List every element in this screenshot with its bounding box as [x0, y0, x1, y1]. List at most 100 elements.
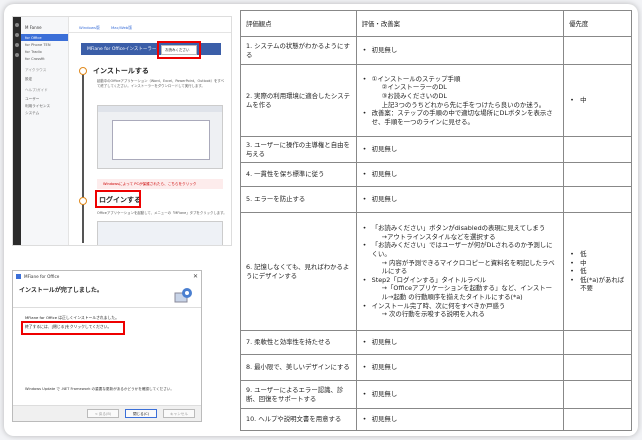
- evaluation-item: 上記3つのうちどれから先に手をつけたら良いのか迷う。: [381, 100, 546, 109]
- priority-item: 低: [569, 267, 626, 276]
- criterion-cell: 9. ユーザーによるエラー認識、診断、回復をサポートする: [240, 380, 357, 409]
- table-header-row: 評価観点 評価・改善案 優先度: [240, 10, 632, 37]
- evaluation-item: ③お読みくださいのDL: [381, 91, 447, 100]
- evaluation-item: 初見無し: [362, 145, 558, 154]
- dialog-footer: < 戻る(B) 閉じる(C) キャンセル: [13, 405, 201, 421]
- sidebar-item-crossfit[interactable]: for Crossfit: [21, 55, 68, 62]
- priority-cell: 低中低低(*a)があれば不要: [563, 212, 632, 331]
- highlight-step2: [95, 190, 141, 208]
- sidebar-item-users[interactable]: ユーザー: [21, 95, 68, 102]
- priority-cell: [563, 36, 632, 65]
- step-line: [82, 73, 84, 243]
- table-row: 9. ユーザーによるエラー認識、診断、回復をサポートする初見無し: [240, 380, 632, 409]
- evaluation-item: 初見無し: [362, 363, 558, 372]
- evaluation-item: 初見無し: [362, 170, 558, 179]
- app-icon: [16, 273, 21, 279]
- evaluation-item: 初見無し: [362, 338, 558, 347]
- tab-windows[interactable]: Windows版: [79, 25, 100, 30]
- cancel-button[interactable]: キャンセル: [163, 409, 195, 418]
- evaluation-item: 改善案：ステップの手順の中で適切な場所にDLボタンを表示させ、手順を一つのライン…: [362, 109, 558, 126]
- installer-screenshot: [97, 105, 223, 169]
- step1-dot: [79, 67, 87, 75]
- criterion-cell: 5. エラーを防止する: [240, 186, 357, 213]
- icon-rail: [13, 17, 21, 245]
- sidebar-item-tradix[interactable]: for Tradix: [21, 48, 68, 55]
- priority-item: 低: [569, 250, 626, 259]
- evaluation-item: ②インストーラーのDL: [381, 83, 447, 92]
- criterion-cell: 10. ヘルプや説明文書を用意する: [240, 408, 357, 431]
- table-row: 1. システムの状態がわかるようにする初見無し: [240, 36, 632, 65]
- heuristic-evaluation-table: 評価観点 評価・改善案 優先度 1. システムの状態がわかるようにする初見無し2…: [240, 10, 632, 431]
- table-row: 6. 記憶しなくても、見ればわかるようにデザインする「お読みください」ボタンがd…: [240, 212, 632, 331]
- criterion-cell: 2. 実際の利用環境に適合したシステムを作る: [240, 64, 357, 137]
- header-criterion: 評価観点: [240, 10, 357, 37]
- installer-logo-icon: [174, 288, 192, 303]
- evaluation-item: 「お読みください」ではユーザーが何がDLされるのか予測しにくい。: [362, 241, 558, 258]
- criterion-cell: 3. ユーザーに操作の主導権と自由を与える: [240, 136, 357, 163]
- tab-mac[interactable]: Mac/Web版: [111, 25, 132, 30]
- criterion-cell: 7. 柔軟性と効率性を持たせる: [240, 330, 357, 355]
- dialog-close-button[interactable]: 閉じる(C): [125, 409, 157, 418]
- priority-item: 中: [569, 259, 626, 268]
- sidebar-item-settings[interactable]: 設定: [21, 75, 68, 82]
- header-evaluation: 評価・改善案: [355, 10, 565, 37]
- sidebar: M Fanne for Office for Phone TEN for Tra…: [21, 17, 69, 245]
- step2-dot: [79, 197, 87, 205]
- evaluation-cell: 初見無し: [355, 186, 565, 213]
- criterion-cell: 1. システムの状態がわかるようにする: [240, 36, 357, 65]
- priority-item: 中: [569, 96, 626, 105]
- step1-text: 起動中のOfficeアプリケーション（Word、Excel、PowerPoint…: [97, 79, 224, 88]
- sidebar-title: M Fanne: [25, 25, 42, 30]
- highlight-readme: [157, 41, 201, 59]
- criterion-cell: 6. 記憶しなくても、見ればわかるようにデザインする: [240, 212, 357, 331]
- back-button[interactable]: < 戻る(B): [87, 409, 119, 418]
- evaluation-cell: 初見無し: [355, 36, 565, 65]
- priority-item: 低(*a)があれば不要: [569, 276, 626, 293]
- protection-warning[interactable]: Windowsによって PCが保護されたら、こちらをクリック: [97, 179, 223, 189]
- table-row: 5. エラーを防止する初見無し: [240, 186, 632, 213]
- sidebar-item-system[interactable]: システム: [21, 109, 68, 116]
- evaluation-item: 初見無し: [362, 415, 558, 424]
- office-ribbon-screenshot: [97, 221, 223, 245]
- evaluation-item: インストール完了時、次に何をすべきか戸惑う: [362, 302, 558, 311]
- priority-cell: [563, 408, 632, 431]
- evaluation-item: → 内容が予測できるマイクロコピーと資料名を明記したラベルにする: [381, 258, 555, 276]
- sidebar-section: アイクラウス: [25, 68, 47, 72]
- evaluation-item: 「お読みください」ボタンがdisabledの表現に見えてしまう: [362, 224, 558, 233]
- priority-cell: [563, 354, 632, 381]
- table-row: 2. 実際の利用環境に適合したシステムを作る ①インストールのステップ手順②インス…: [240, 64, 632, 137]
- dialog-message-3: Windows Update で .NET Framework の重要な更新があ…: [25, 387, 174, 391]
- priority-cell: [563, 162, 632, 187]
- web-main: Windows版 Mac/Web版 MFiane for Officeインストー…: [69, 17, 231, 245]
- evaluation-cell: 初見無し: [355, 162, 565, 187]
- evaluation-cell: 初見無し: [355, 354, 565, 381]
- criterion-cell: 8. 最小限で、美しいデザインにする: [240, 354, 357, 381]
- evaluation-item: ①インストールのステップ手順: [362, 75, 558, 84]
- evaluation-item: 初見無し: [362, 195, 558, 204]
- priority-cell: [563, 186, 632, 213]
- priority-cell: [563, 136, 632, 163]
- step1-title: インストールする: [93, 67, 149, 75]
- evaluation-cell: 初見無し: [355, 408, 565, 431]
- priority-cell: [563, 380, 632, 409]
- evaluation-item: →「Officeアプリケーションを起動する」など、インストール→起動 の行動順序…: [381, 284, 553, 301]
- priority-cell: [563, 330, 632, 355]
- sidebar-item-license[interactable]: 利用ライセンス: [21, 102, 68, 109]
- sidebar-item-phone[interactable]: for Phone TEN: [21, 41, 68, 48]
- dialog-titlebar: MFiane for Office ✕: [13, 271, 201, 281]
- dialog-heading: インストールが完了しました。: [19, 287, 103, 294]
- priority-cell: 中: [563, 64, 632, 137]
- dialog-title: MFiane for Office: [24, 273, 60, 279]
- close-icon[interactable]: ✕: [193, 273, 198, 280]
- evaluation-cell: 「お読みください」ボタンがdisabledの表現に見えてしまう→アウトラインスタ…: [355, 212, 565, 331]
- header-priority: 優先度: [563, 10, 632, 37]
- evaluation-item: 初見無し: [362, 390, 558, 399]
- criterion-cell: 4. 一貫性を保ち標準に従う: [240, 162, 357, 187]
- os-tabs: Windows版 Mac/Web版: [69, 17, 231, 33]
- table-row: 7. 柔軟性と効率性を持たせる初見無し: [240, 330, 632, 355]
- sidebar-item-office[interactable]: for Office: [21, 34, 68, 41]
- web-screenshot: M Fanne for Office for Phone TEN for Tra…: [12, 16, 232, 246]
- evaluation-cell: 初見無し: [355, 330, 565, 355]
- evaluation-cell: 初見無し: [355, 380, 565, 409]
- dialog-separator: [13, 307, 201, 308]
